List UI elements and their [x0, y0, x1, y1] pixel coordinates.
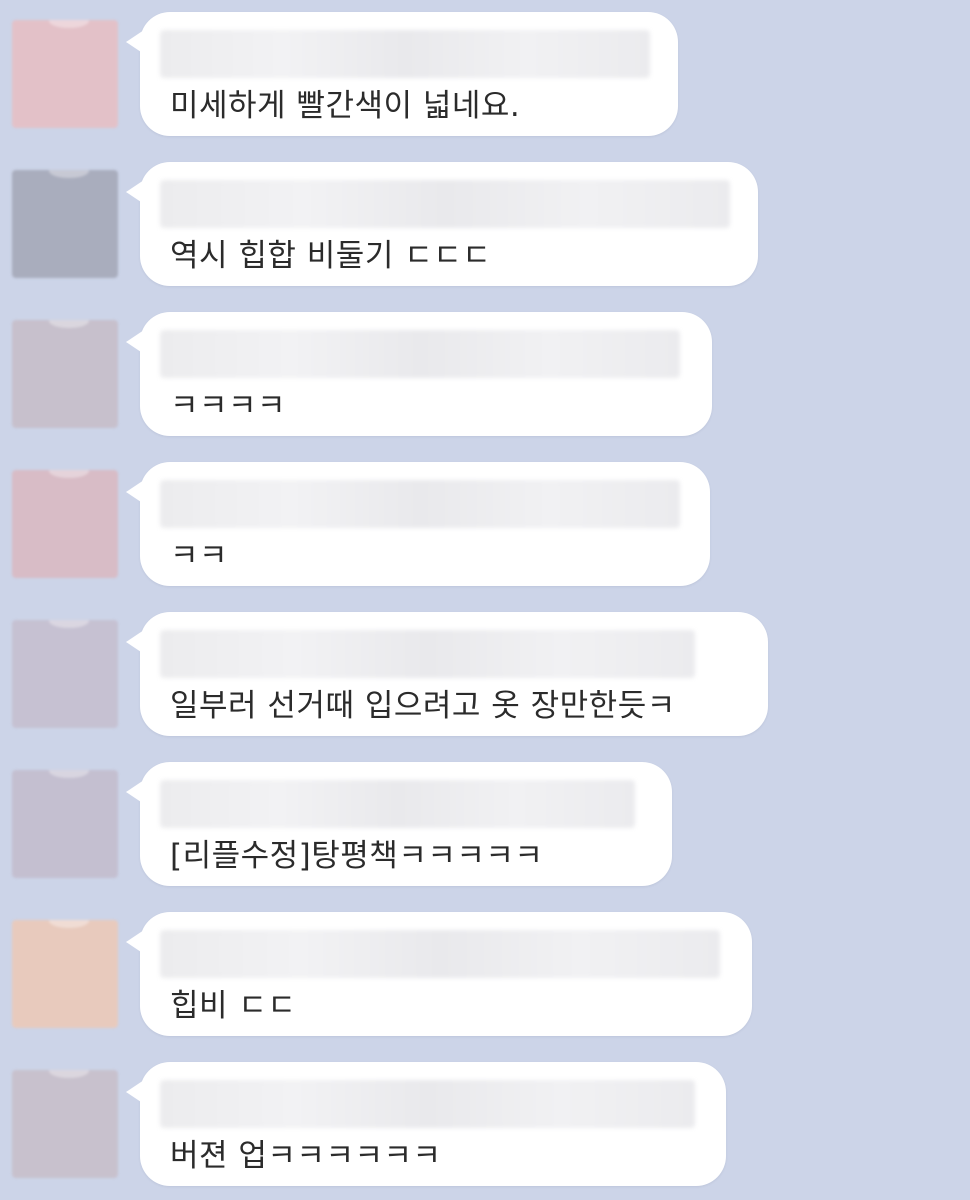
chat-message: ㅋㅋ	[0, 462, 970, 587]
message-bubble[interactable]: ㅋㅋ	[126, 462, 710, 586]
sender-name-blurred	[160, 930, 720, 978]
message-bubble[interactable]: 일부러 선거때 입으려고 옷 장만한듯ㅋ	[126, 612, 768, 736]
sender-name-blurred	[160, 480, 680, 528]
message-bubble[interactable]: ㅋㅋㅋㅋ	[126, 312, 712, 436]
sender-name-blurred	[160, 30, 650, 78]
message-bubble[interactable]: 힙비 ㄷㄷ	[126, 912, 752, 1036]
message-text: [리플수정]탕평책ㅋㅋㅋㅋㅋ	[170, 838, 544, 874]
chat-message: 버젼 업ㅋㅋㅋㅋㅋㅋ	[0, 1062, 970, 1187]
avatar[interactable]	[12, 1070, 118, 1178]
chat-message: 미세하게 빨간색이 넓네요.	[0, 12, 970, 137]
chat-message-list[interactable]: 미세하게 빨간색이 넓네요. 역시 힙합 비둘기 ㄷㄷㄷ ㅋㅋㅋㅋ ㅋㅋ 일부러…	[0, 0, 970, 1200]
avatar[interactable]	[12, 770, 118, 878]
chat-message: [리플수정]탕평책ㅋㅋㅋㅋㅋ	[0, 762, 970, 887]
message-text: 버젼 업ㅋㅋㅋㅋㅋㅋ	[170, 1138, 442, 1174]
avatar[interactable]	[12, 620, 118, 728]
avatar[interactable]	[12, 320, 118, 428]
message-bubble[interactable]: 역시 힙합 비둘기 ㄷㄷㄷ	[126, 162, 758, 286]
avatar[interactable]	[12, 170, 118, 278]
message-text: 미세하게 빨간색이 넓네요.	[170, 88, 521, 124]
message-text: 힙비 ㄷㄷ	[170, 988, 297, 1024]
message-bubble[interactable]: 미세하게 빨간색이 넓네요.	[126, 12, 678, 136]
avatar[interactable]	[12, 470, 118, 578]
sender-name-blurred	[160, 330, 680, 378]
chat-message: ㅋㅋㅋㅋ	[0, 312, 970, 437]
message-bubble[interactable]: [리플수정]탕평책ㅋㅋㅋㅋㅋ	[126, 762, 672, 886]
message-text: ㅋㅋ	[170, 538, 229, 574]
chat-message: 힙비 ㄷㄷ	[0, 912, 970, 1037]
message-text: 역시 힙합 비둘기 ㄷㄷㄷ	[170, 238, 492, 274]
message-bubble[interactable]: 버젼 업ㅋㅋㅋㅋㅋㅋ	[126, 1062, 726, 1186]
chat-message: 일부러 선거때 입으려고 옷 장만한듯ㅋ	[0, 612, 970, 737]
avatar[interactable]	[12, 920, 118, 1028]
message-text: ㅋㅋㅋㅋ	[170, 388, 287, 424]
avatar[interactable]	[12, 20, 118, 128]
sender-name-blurred	[160, 630, 695, 678]
sender-name-blurred	[160, 780, 635, 828]
sender-name-blurred	[160, 180, 730, 228]
sender-name-blurred	[160, 1080, 695, 1128]
message-text: 일부러 선거때 입으려고 옷 장만한듯ㅋ	[170, 688, 676, 724]
chat-message: 역시 힙합 비둘기 ㄷㄷㄷ	[0, 162, 970, 287]
